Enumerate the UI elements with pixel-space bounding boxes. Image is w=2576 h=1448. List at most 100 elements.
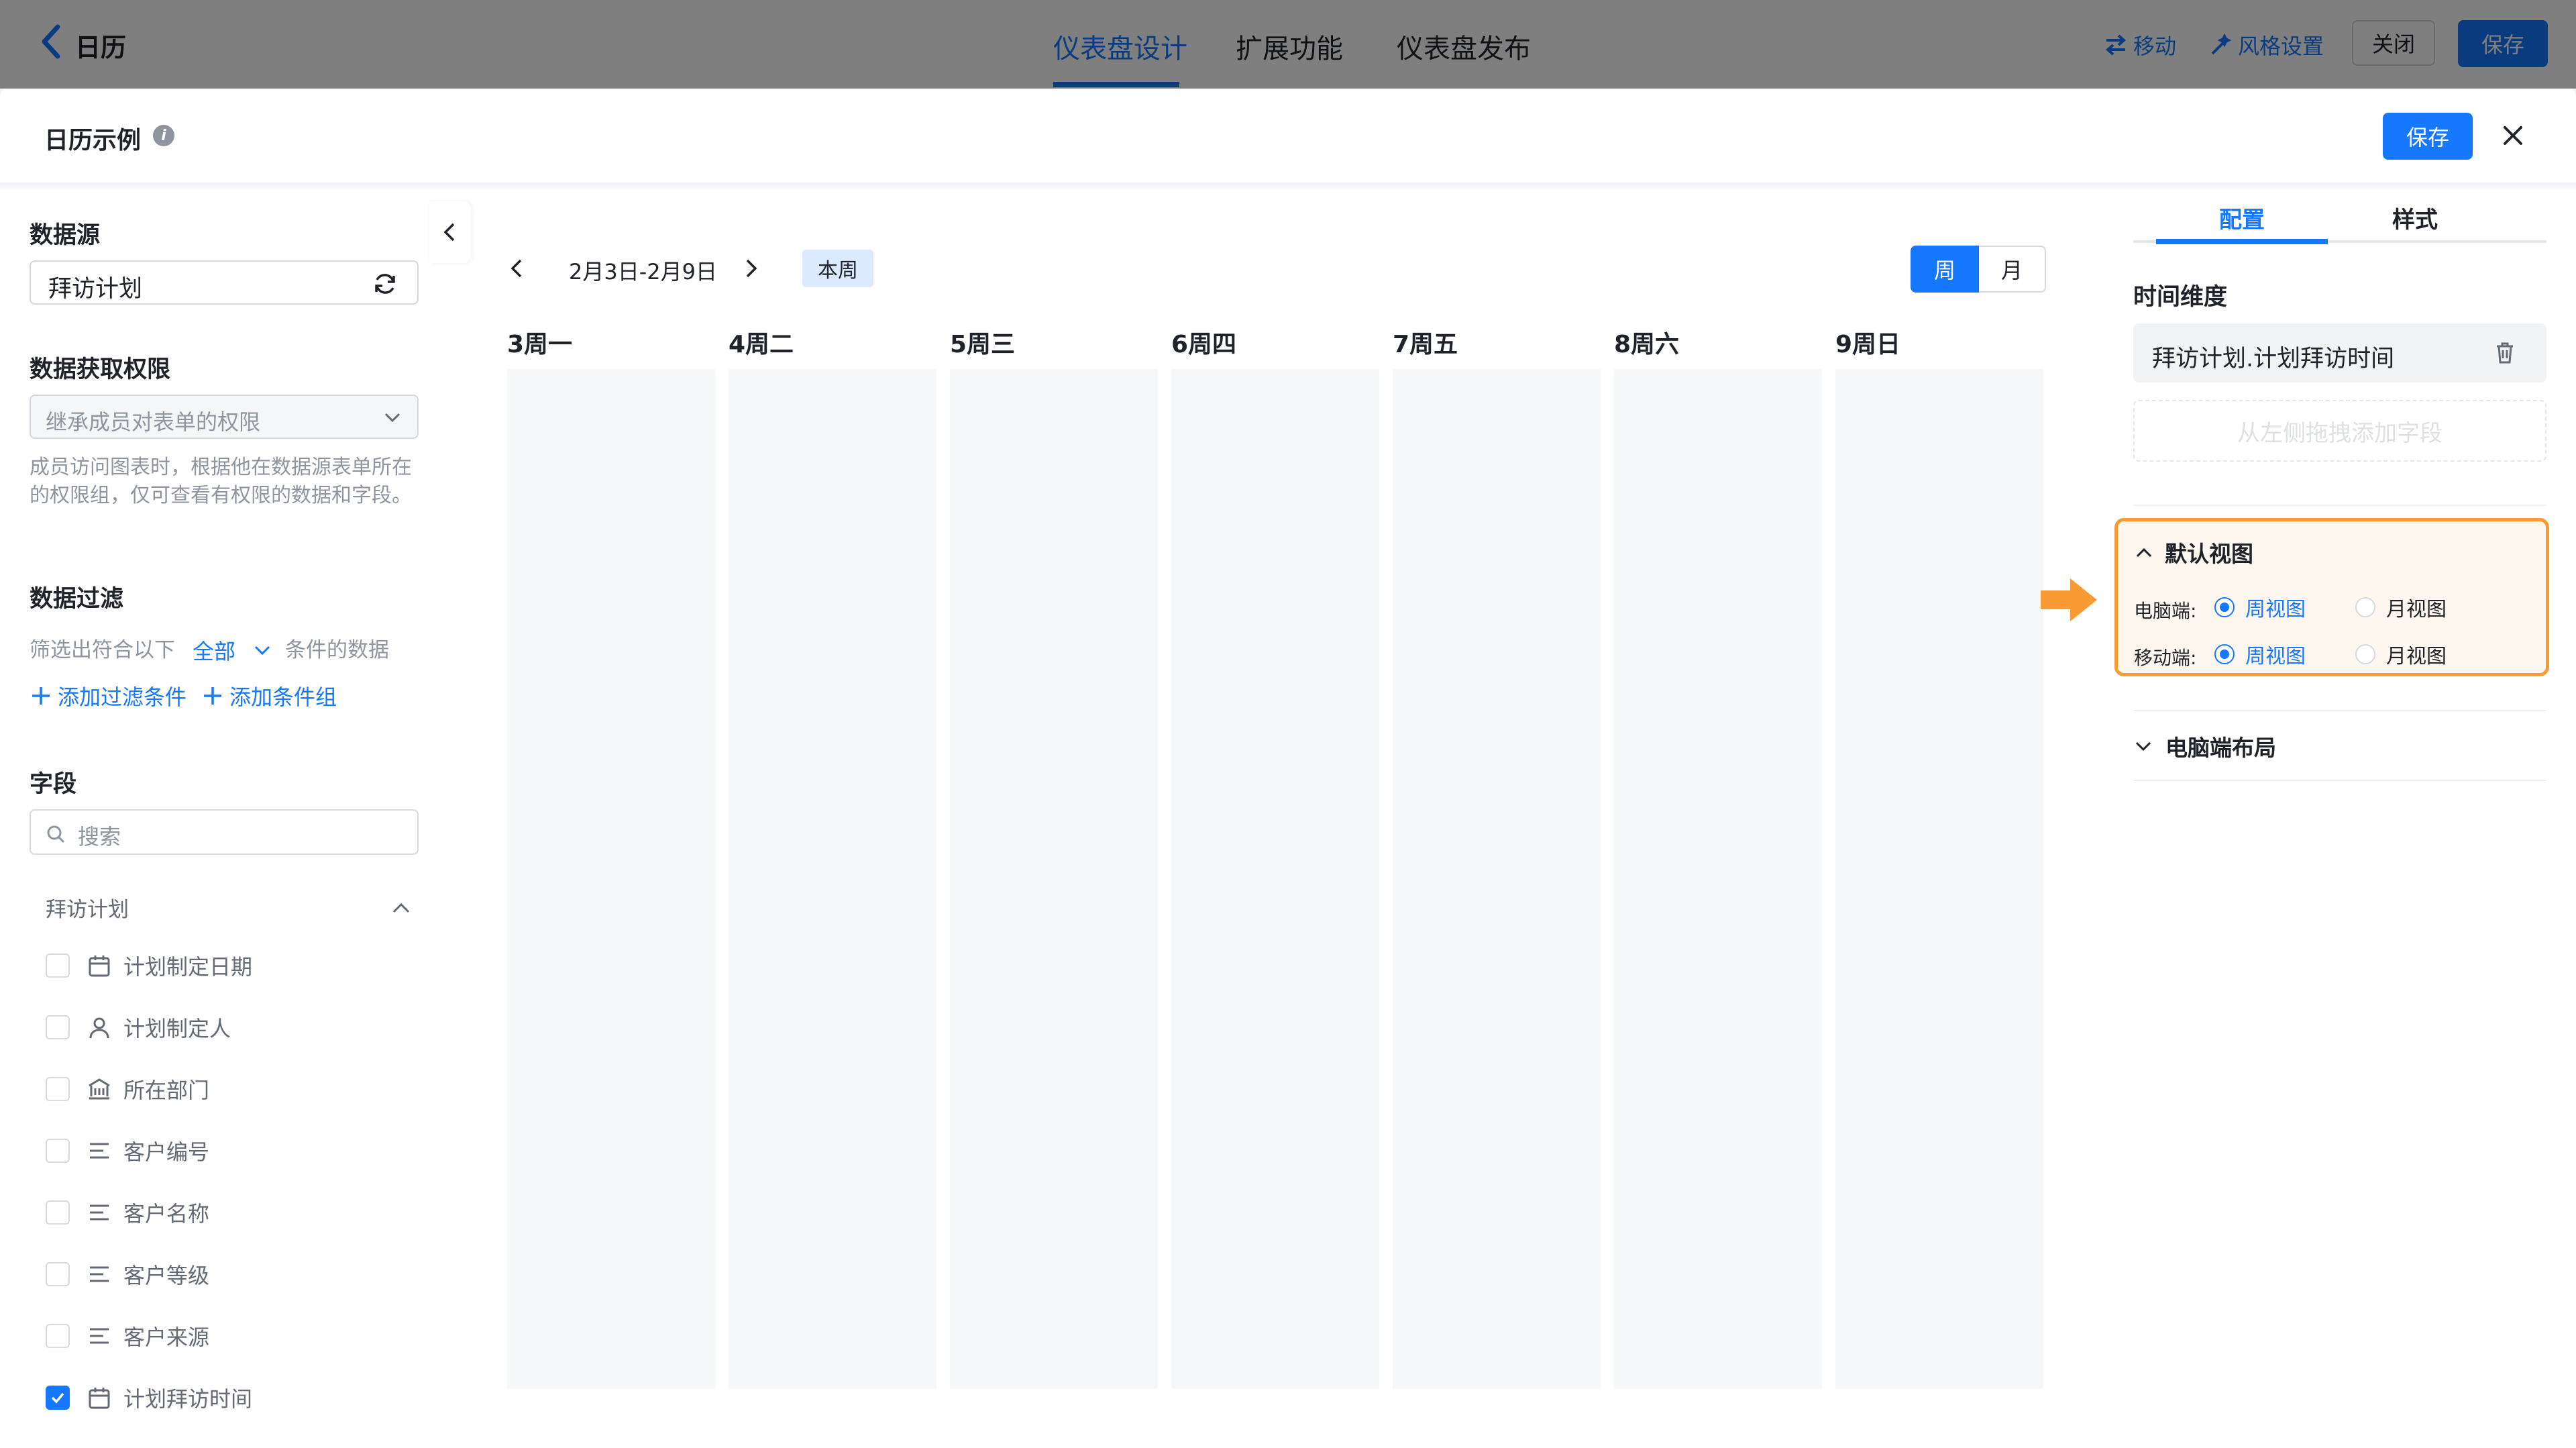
info-icon[interactable]: i <box>153 125 174 146</box>
field-item[interactable]: 计划制定日期 <box>46 942 421 989</box>
datasource-title: 数据源 <box>30 222 101 249</box>
field-item[interactable]: 客户名称 <box>46 1189 421 1236</box>
checkbox[interactable] <box>46 1200 70 1225</box>
pc-week-view-radio[interactable]: 周视图 <box>2214 592 2306 622</box>
checkbox[interactable] <box>46 1015 70 1039</box>
add-group-button[interactable]: 添加条件组 <box>201 680 337 711</box>
text-icon <box>90 1143 109 1159</box>
time-dimension-title: 时间维度 <box>2133 284 2228 311</box>
next-week-icon[interactable] <box>741 256 761 280</box>
day-column[interactable] <box>1171 369 1379 1389</box>
close-icon[interactable] <box>2498 121 2528 150</box>
day-column[interactable] <box>1614 369 1822 1389</box>
tab-style[interactable]: 样式 <box>2392 201 2438 234</box>
tab-config[interactable]: 配置 <box>2219 201 2265 234</box>
field-search-input[interactable]: 搜索 <box>30 809 419 855</box>
collapse-panel-button[interactable] <box>429 201 471 263</box>
checkbox-checked[interactable] <box>46 1386 70 1410</box>
permission-select[interactable]: 继承成员对表单的权限 <box>30 395 419 439</box>
datasource-select[interactable]: 拜访计划 <box>30 260 419 305</box>
text-icon <box>90 1204 109 1221</box>
department-icon <box>89 1078 110 1100</box>
permission-title: 数据获取权限 <box>30 356 171 383</box>
check-icon <box>51 1392 64 1404</box>
add-group-label: 添加条件组 <box>229 684 337 710</box>
pc-label: 电脑端: <box>2134 600 2197 622</box>
checkbox[interactable] <box>46 1324 70 1348</box>
search-placeholder: 搜索 <box>78 824 121 849</box>
field-item[interactable]: 所在部门 <box>46 1066 421 1113</box>
day-column[interactable] <box>507 369 715 1389</box>
field-item[interactable]: 客户等级 <box>46 1251 421 1298</box>
modal-backdrop <box>0 0 2576 89</box>
mobile-label: 移动端: <box>2134 647 2197 669</box>
trash-icon[interactable] <box>2493 340 2517 366</box>
checkbox[interactable] <box>46 1139 70 1163</box>
day-header: 7周五 <box>1393 331 1458 358</box>
field-item[interactable]: 客户编号 <box>46 1127 421 1174</box>
checkbox[interactable] <box>46 953 70 978</box>
time-dimension-field[interactable]: 拜访计划.计划拜访时间 <box>2133 323 2546 382</box>
fields-title: 字段 <box>30 771 77 798</box>
radio-selected-icon <box>2214 644 2235 664</box>
active-config-tab-indicator <box>2156 239 2328 244</box>
field-group-header[interactable]: 拜访计划 <box>46 892 412 923</box>
day-column[interactable] <box>950 369 1158 1389</box>
highlight-arrow-icon <box>2041 578 2097 621</box>
field-label: 计划制定人 <box>123 1016 231 1041</box>
mobile-week-view-label: 周视图 <box>2245 645 2306 668</box>
text-icon <box>90 1328 109 1344</box>
field-label: 客户来源 <box>123 1325 210 1350</box>
filter-title: 数据过滤 <box>30 586 124 613</box>
checkbox[interactable] <box>46 1262 70 1286</box>
pc-layout-header[interactable]: 电脑端布局 <box>2133 730 2276 762</box>
filter-prefix: 筛选出符合以下 <box>30 638 175 662</box>
user-icon <box>89 1017 109 1039</box>
filter-mode-select[interactable]: 全部 <box>193 635 235 666</box>
day-header: 9周日 <box>1835 331 1901 358</box>
filter-actions: 添加过滤条件 添加条件组 <box>30 680 337 711</box>
chevron-down-icon[interactable] <box>253 643 272 658</box>
radio-selected-icon <box>2214 597 2235 617</box>
pc-month-view-radio[interactable]: 月视图 <box>2355 592 2447 622</box>
default-view-header[interactable]: 默认视图 <box>2134 536 2253 568</box>
chevron-down-icon <box>384 413 400 423</box>
field-label: 计划拜访时间 <box>123 1386 253 1412</box>
view-week-button[interactable]: 周 <box>1911 246 1979 293</box>
plus-icon <box>204 687 222 705</box>
calendar-icon <box>89 1388 110 1409</box>
default-view-title: 默认视图 <box>2165 541 2253 567</box>
field-item[interactable]: 计划拜访时间 <box>46 1374 421 1421</box>
filter-suffix: 条件的数据 <box>285 638 390 662</box>
day-column[interactable] <box>1393 369 1601 1389</box>
field-item[interactable]: 计划制定人 <box>46 1004 421 1051</box>
datasource-value: 拜访计划 <box>48 276 143 303</box>
mobile-month-view-label: 月视图 <box>2386 645 2447 668</box>
default-view-section: 默认视图 电脑端: 周视图 月视图 移动端: 周视图 月视图 <box>2114 518 2549 676</box>
pc-layout-title: 电脑端布局 <box>2165 735 2276 761</box>
add-filter-button[interactable]: 添加过滤条件 <box>30 680 186 711</box>
chevron-down-icon <box>2135 741 2151 752</box>
add-filter-label: 添加过滤条件 <box>58 684 187 710</box>
permission-value: 继承成员对表单的权限 <box>46 409 261 435</box>
field-item[interactable]: 客户来源 <box>46 1312 421 1359</box>
filter-condition-row: 筛选出符合以下 全部 条件的数据 <box>30 635 389 666</box>
field-label: 客户等级 <box>123 1263 210 1288</box>
field-label: 客户编号 <box>123 1139 210 1165</box>
day-column[interactable] <box>1835 369 2043 1389</box>
section-divider <box>2133 505 2546 506</box>
day-column[interactable] <box>729 369 936 1389</box>
refresh-icon[interactable] <box>372 270 398 297</box>
date-range-label: 2月3日-2月9日 <box>569 259 717 285</box>
field-drop-zone[interactable]: 从左侧拖拽添加字段 <box>2133 400 2546 462</box>
prev-week-icon[interactable] <box>507 256 527 280</box>
field-label: 客户名称 <box>123 1201 210 1227</box>
this-week-button[interactable]: 本周 <box>802 250 873 287</box>
permission-description: 成员访问图表时，根据他在数据源表单所在的权限组，仅可查看有权限的数据和字段。 <box>30 456 412 507</box>
section-divider <box>2133 710 2546 711</box>
view-month-button[interactable]: 月 <box>1979 246 2046 293</box>
mobile-week-view-radio[interactable]: 周视图 <box>2214 639 2306 669</box>
checkbox[interactable] <box>46 1077 70 1101</box>
modal-save-button[interactable]: 保存 <box>2383 113 2473 160</box>
mobile-month-view-radio[interactable]: 月视图 <box>2355 639 2447 669</box>
